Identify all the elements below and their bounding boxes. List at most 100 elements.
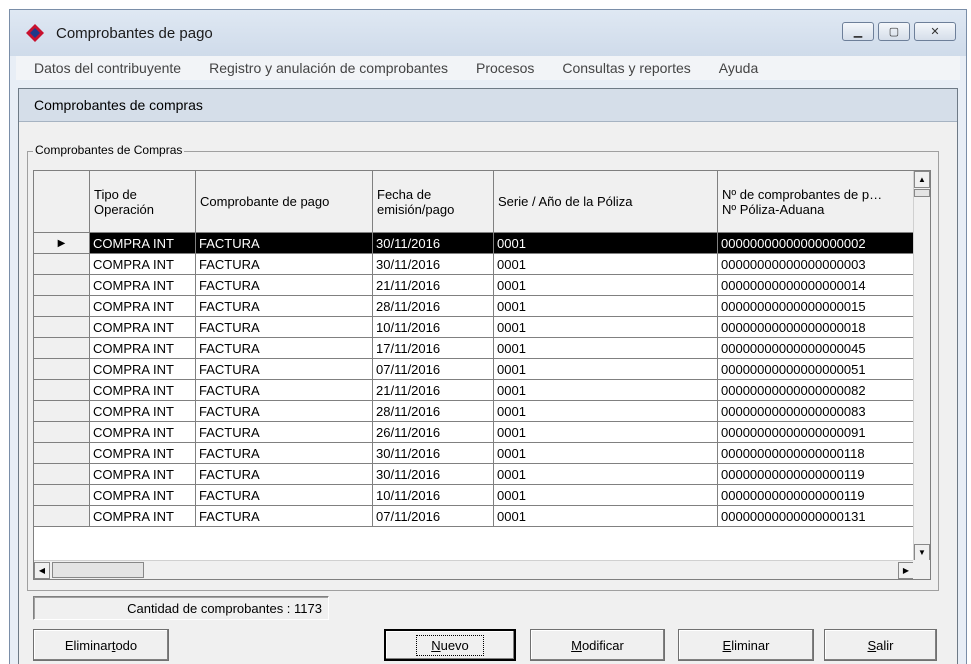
header-comprobante-pago[interactable]: Comprobante de pago — [196, 171, 373, 233]
cell-fecha-emision[interactable]: 28/11/2016 — [373, 401, 494, 422]
table-row[interactable]: COMPRA INT FACTURA 30/11/2016 0001 000000000… — [34, 443, 914, 464]
cell-serie-anio[interactable]: 0001 — [494, 233, 718, 254]
cell-comprobante-pago[interactable]: FACTURA — [196, 233, 373, 254]
row-indicator[interactable] — [34, 443, 90, 464]
cell-tipo-operacion[interactable]: COMPRA INT — [90, 422, 196, 443]
table-row[interactable]: COMPRA INT FACTURA 21/11/2016 0001 000000000… — [34, 380, 914, 401]
row-indicator[interactable] — [34, 359, 90, 380]
cell-serie-anio[interactable]: 0001 — [494, 443, 718, 464]
restore-button[interactable]: ▢ — [878, 22, 910, 41]
cell-tipo-operacion[interactable]: COMPRA INT — [90, 506, 196, 527]
cell-numero-comprobante[interactable]: 00000000000000000014 — [718, 275, 914, 296]
cell-serie-anio[interactable]: 0001 — [494, 401, 718, 422]
cell-tipo-operacion[interactable]: COMPRA INT — [90, 275, 196, 296]
menu-procesos[interactable]: Procesos — [458, 60, 544, 76]
row-indicator[interactable] — [34, 506, 90, 527]
cell-fecha-emision[interactable]: 07/11/2016 — [373, 506, 494, 527]
cell-fecha-emision[interactable]: 30/11/2016 — [373, 443, 494, 464]
cell-fecha-emision[interactable]: 26/11/2016 — [373, 422, 494, 443]
scroll-right-button[interactable]: ▶ — [898, 562, 914, 579]
cell-tipo-operacion[interactable]: COMPRA INT — [90, 296, 196, 317]
scroll-left-button[interactable]: ◀ — [34, 562, 50, 579]
menu-consultas-reportes[interactable]: Consultas y reportes — [544, 60, 700, 76]
row-indicator[interactable] — [34, 296, 90, 317]
cell-numero-comprobante[interactable]: 00000000000000000118 — [718, 443, 914, 464]
cell-numero-comprobante[interactable]: 00000000000000000015 — [718, 296, 914, 317]
cell-comprobante-pago[interactable]: FACTURA — [196, 254, 373, 275]
cell-fecha-emision[interactable]: 21/11/2016 — [373, 380, 494, 401]
cell-serie-anio[interactable]: 0001 — [494, 338, 718, 359]
cell-serie-anio[interactable]: 0001 — [494, 506, 718, 527]
cell-serie-anio[interactable]: 0001 — [494, 254, 718, 275]
cell-serie-anio[interactable]: 0001 — [494, 275, 718, 296]
row-indicator[interactable] — [34, 401, 90, 422]
table-row[interactable]: COMPRA INT FACTURA 07/11/2016 0001 000000000… — [34, 359, 914, 380]
table-row[interactable]: COMPRA INT FACTURA 07/11/2016 0001 000000000… — [34, 506, 914, 527]
salir-button[interactable]: Salir — [824, 629, 937, 661]
cell-comprobante-pago[interactable]: FACTURA — [196, 359, 373, 380]
row-indicator[interactable]: ▶ — [34, 233, 90, 254]
horizontal-scroll-thumb[interactable] — [52, 562, 144, 578]
cell-numero-comprobante[interactable]: 00000000000000000091 — [718, 422, 914, 443]
row-indicator[interactable] — [34, 380, 90, 401]
table-row[interactable]: COMPRA INT FACTURA 28/11/2016 0001 000000000… — [34, 401, 914, 422]
cell-comprobante-pago[interactable]: FACTURA — [196, 296, 373, 317]
cell-numero-comprobante[interactable]: 00000000000000000003 — [718, 254, 914, 275]
nuevo-button[interactable]: Nuevo — [384, 629, 516, 661]
cell-tipo-operacion[interactable]: COMPRA INT — [90, 233, 196, 254]
cell-fecha-emision[interactable]: 30/11/2016 — [373, 233, 494, 254]
cell-numero-comprobante[interactable]: 00000000000000000051 — [718, 359, 914, 380]
cell-numero-comprobante[interactable]: 00000000000000000083 — [718, 401, 914, 422]
cell-tipo-operacion[interactable]: COMPRA INT — [90, 401, 196, 422]
eliminar-button[interactable]: Eliminar — [678, 629, 814, 661]
cell-serie-anio[interactable]: 0001 — [494, 317, 718, 338]
menu-ayuda[interactable]: Ayuda — [701, 60, 768, 76]
cell-serie-anio[interactable]: 0001 — [494, 422, 718, 443]
cell-comprobante-pago[interactable]: FACTURA — [196, 485, 373, 506]
cell-numero-comprobante[interactable]: 00000000000000000119 — [718, 485, 914, 506]
cell-tipo-operacion[interactable]: COMPRA INT — [90, 359, 196, 380]
cell-numero-comprobante[interactable]: 00000000000000000119 — [718, 464, 914, 485]
cell-fecha-emision[interactable]: 28/11/2016 — [373, 296, 494, 317]
close-button[interactable]: ✕ — [914, 22, 956, 41]
cell-fecha-emision[interactable]: 30/11/2016 — [373, 254, 494, 275]
cell-tipo-operacion[interactable]: COMPRA INT — [90, 338, 196, 359]
cell-comprobante-pago[interactable]: FACTURA — [196, 464, 373, 485]
row-indicator[interactable] — [34, 422, 90, 443]
cell-fecha-emision[interactable]: 07/11/2016 — [373, 359, 494, 380]
cell-fecha-emision[interactable]: 17/11/2016 — [373, 338, 494, 359]
cell-serie-anio[interactable]: 0001 — [494, 380, 718, 401]
cell-comprobante-pago[interactable]: FACTURA — [196, 443, 373, 464]
header-serie-anio[interactable]: Serie / Año de la Póliza — [494, 171, 718, 233]
table-row[interactable]: COMPRA INT FACTURA 26/11/2016 0001 000000000… — [34, 422, 914, 443]
cell-fecha-emision[interactable]: 10/11/2016 — [373, 485, 494, 506]
cell-comprobante-pago[interactable]: FACTURA — [196, 275, 373, 296]
menu-datos-contribuyente[interactable]: Datos del contribuyente — [16, 60, 191, 76]
menu-registro-anulacion[interactable]: Registro y anulación de comprobantes — [191, 60, 458, 76]
scroll-down-button[interactable]: ▼ — [914, 544, 930, 561]
cell-tipo-operacion[interactable]: COMPRA INT — [90, 254, 196, 275]
cell-fecha-emision[interactable]: 30/11/2016 — [373, 464, 494, 485]
cell-serie-anio[interactable]: 0001 — [494, 464, 718, 485]
row-indicator[interactable] — [34, 254, 90, 275]
scroll-up-button[interactable]: ▲ — [914, 171, 930, 188]
table-row[interactable]: COMPRA INT FACTURA 28/11/2016 0001 000000000… — [34, 296, 914, 317]
cell-fecha-emision[interactable]: 10/11/2016 — [373, 317, 494, 338]
compras-grid[interactable]: Tipo de Operación Comprobante de pago Fec… — [33, 170, 931, 580]
cell-numero-comprobante[interactable]: 00000000000000000002 — [718, 233, 914, 254]
eliminar-todo-button[interactable]: Eliminar t odo — [33, 629, 169, 661]
header-numero-comprobante[interactable]: Nº de comprobantes de p… Nº Póliza-Aduana — [718, 171, 914, 233]
cell-tipo-operacion[interactable]: COMPRA INT — [90, 317, 196, 338]
cell-numero-comprobante[interactable]: 00000000000000000018 — [718, 317, 914, 338]
cell-serie-anio[interactable]: 0001 — [494, 359, 718, 380]
row-indicator[interactable] — [34, 275, 90, 296]
header-tipo-operacion[interactable]: Tipo de Operación — [90, 171, 196, 233]
cell-comprobante-pago[interactable]: FACTURA — [196, 317, 373, 338]
table-row[interactable]: COMPRA INT FACTURA 10/11/2016 0001 000000000… — [34, 485, 914, 506]
cell-comprobante-pago[interactable]: FACTURA — [196, 422, 373, 443]
minimize-button[interactable]: ▁ — [842, 22, 874, 41]
cell-tipo-operacion[interactable]: COMPRA INT — [90, 443, 196, 464]
row-indicator[interactable] — [34, 485, 90, 506]
table-row[interactable]: COMPRA INT FACTURA 21/11/2016 0001 000000000… — [34, 275, 914, 296]
cell-comprobante-pago[interactable]: FACTURA — [196, 380, 373, 401]
